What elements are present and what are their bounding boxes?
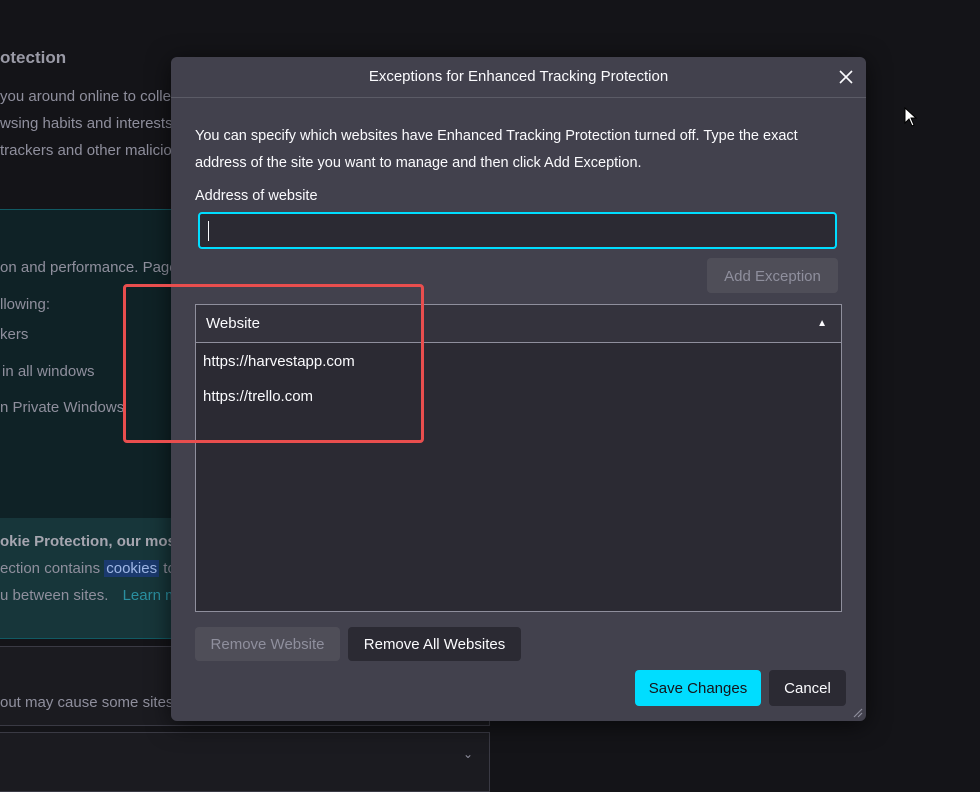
close-icon — [839, 70, 853, 84]
address-input[interactable] — [198, 212, 837, 249]
cancel-button[interactable]: Cancel — [769, 670, 846, 706]
bg-collapsed-card: ⌄ — [0, 732, 490, 792]
sort-ascending-icon: ▲ — [817, 318, 827, 329]
close-button[interactable] — [836, 67, 856, 87]
bg-cookie-text-2: u between sites. Learn m — [0, 587, 178, 604]
save-changes-button[interactable]: Save Changes — [635, 670, 761, 706]
bg-section-heading: otection — [0, 48, 67, 67]
address-label: Address of website — [195, 188, 318, 204]
bg-text-line: trackers and other malicio — [0, 142, 172, 159]
text-caret — [208, 221, 209, 241]
bg-text-line: wsing habits and interests. — [0, 115, 177, 132]
bg-cookies-highlight: cookies — [104, 560, 160, 577]
mouse-cursor-icon — [904, 107, 918, 127]
description-line: You can specify which websites have Enha… — [195, 128, 798, 144]
bg-cookie-heading: okie Protection, our mos — [0, 533, 176, 550]
add-exception-button[interactable]: Add Exception — [707, 258, 838, 293]
description-line: address of the site you want to manage a… — [195, 155, 642, 171]
bg-text-line: on and performance. Page — [0, 259, 178, 276]
bg-cookie-line2: u between sites. — [0, 587, 109, 604]
bg-text-line: kers — [0, 326, 29, 343]
remove-all-websites-button[interactable]: Remove All Websites — [348, 627, 521, 661]
bg-cookie-text: ection contains cookies to — [0, 560, 176, 577]
bg-text-line: llowing: — [0, 296, 51, 313]
bg-cookie-text-pre: ection contains — [0, 560, 101, 577]
bg-text-line: in all windows — [2, 363, 95, 380]
remove-website-button[interactable]: Remove Website — [195, 627, 340, 661]
annotation-highlight-box — [123, 284, 424, 443]
dialog-title: Exceptions for Enhanced Tracking Protect… — [171, 57, 866, 98]
bg-card-text: out may cause some sites c — [0, 694, 186, 711]
dialog-description: You can specify which websites have Enha… — [195, 123, 835, 177]
chevron-down-icon: ⌄ — [462, 747, 473, 761]
bg-text-line: n Private Windows — [0, 399, 125, 416]
resize-grip-icon[interactable] — [851, 706, 863, 718]
bg-learn-more-link: Learn m — [122, 587, 178, 604]
bg-text-line: you around online to colle — [0, 88, 171, 105]
